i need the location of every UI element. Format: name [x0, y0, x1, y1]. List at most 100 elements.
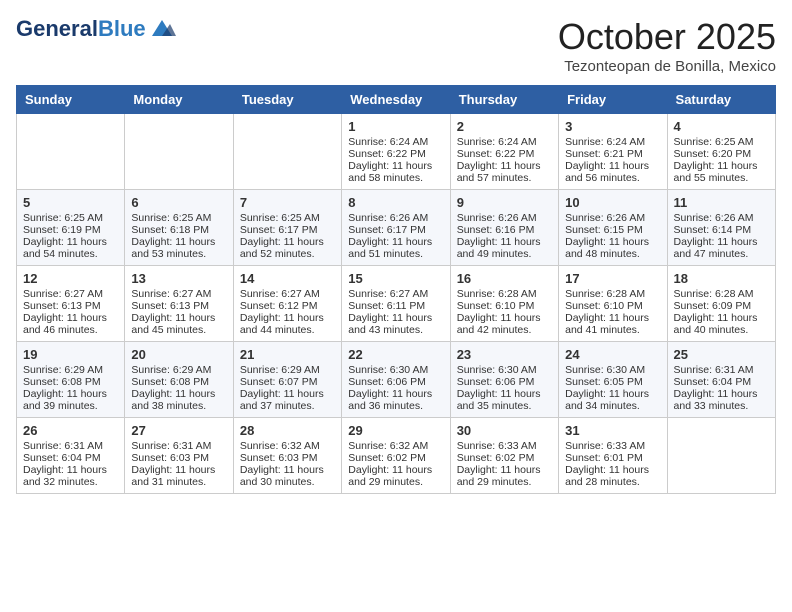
day-info-line: Sunrise: 6:28 AM: [457, 288, 552, 300]
day-number: 26: [23, 423, 118, 438]
day-info-line: Sunset: 6:20 PM: [674, 148, 769, 160]
day-number: 6: [131, 195, 226, 210]
day-info-line: Sunset: 6:04 PM: [23, 452, 118, 464]
day-number: 22: [348, 347, 443, 362]
calendar-cell: 4Sunrise: 6:25 AMSunset: 6:20 PMDaylight…: [667, 114, 775, 190]
calendar-cell: 29Sunrise: 6:32 AMSunset: 6:02 PMDayligh…: [342, 418, 450, 494]
day-number: 8: [348, 195, 443, 210]
calendar-header-monday: Monday: [125, 86, 233, 114]
day-info-line: Sunrise: 6:27 AM: [23, 288, 118, 300]
calendar-cell: [17, 114, 125, 190]
day-number: 11: [674, 195, 769, 210]
calendar-cell: 26Sunrise: 6:31 AMSunset: 6:04 PMDayligh…: [17, 418, 125, 494]
day-info-line: Sunrise: 6:31 AM: [23, 440, 118, 452]
calendar-header-thursday: Thursday: [450, 86, 558, 114]
calendar-header-sunday: Sunday: [17, 86, 125, 114]
day-info-line: Daylight: 11 hours and 46 minutes.: [23, 312, 118, 336]
day-info-line: Sunset: 6:11 PM: [348, 300, 443, 312]
calendar-cell: 2Sunrise: 6:24 AMSunset: 6:22 PMDaylight…: [450, 114, 558, 190]
day-info-line: Daylight: 11 hours and 30 minutes.: [240, 464, 335, 488]
day-info-line: Daylight: 11 hours and 55 minutes.: [674, 160, 769, 184]
calendar-cell: 31Sunrise: 6:33 AMSunset: 6:01 PMDayligh…: [559, 418, 667, 494]
day-number: 19: [23, 347, 118, 362]
day-info-line: Sunrise: 6:26 AM: [674, 212, 769, 224]
calendar-body: 1Sunrise: 6:24 AMSunset: 6:22 PMDaylight…: [17, 114, 776, 494]
day-info-line: Sunset: 6:15 PM: [565, 224, 660, 236]
day-number: 21: [240, 347, 335, 362]
day-info-line: Sunset: 6:13 PM: [23, 300, 118, 312]
day-info-line: Sunset: 6:06 PM: [457, 376, 552, 388]
calendar-cell: 25Sunrise: 6:31 AMSunset: 6:04 PMDayligh…: [667, 342, 775, 418]
calendar-table: SundayMondayTuesdayWednesdayThursdayFrid…: [16, 85, 776, 494]
day-number: 13: [131, 271, 226, 286]
day-info-line: Daylight: 11 hours and 58 minutes.: [348, 160, 443, 184]
day-info-line: Sunrise: 6:30 AM: [348, 364, 443, 376]
day-number: 14: [240, 271, 335, 286]
day-number: 1: [348, 119, 443, 134]
day-info-line: Daylight: 11 hours and 43 minutes.: [348, 312, 443, 336]
day-info-line: Daylight: 11 hours and 28 minutes.: [565, 464, 660, 488]
calendar-cell: 3Sunrise: 6:24 AMSunset: 6:21 PMDaylight…: [559, 114, 667, 190]
day-info-line: Sunrise: 6:33 AM: [565, 440, 660, 452]
day-number: 31: [565, 423, 660, 438]
day-number: 30: [457, 423, 552, 438]
day-info-line: Daylight: 11 hours and 57 minutes.: [457, 160, 552, 184]
calendar-cell: 19Sunrise: 6:29 AMSunset: 6:08 PMDayligh…: [17, 342, 125, 418]
day-info-line: Daylight: 11 hours and 40 minutes.: [674, 312, 769, 336]
day-info-line: Daylight: 11 hours and 45 minutes.: [131, 312, 226, 336]
calendar-cell: 10Sunrise: 6:26 AMSunset: 6:15 PMDayligh…: [559, 190, 667, 266]
day-info-line: Sunset: 6:17 PM: [348, 224, 443, 236]
day-info-line: Sunset: 6:18 PM: [131, 224, 226, 236]
day-info-line: Sunrise: 6:30 AM: [565, 364, 660, 376]
day-info-line: Sunset: 6:04 PM: [674, 376, 769, 388]
day-info-line: Daylight: 11 hours and 54 minutes.: [23, 236, 118, 260]
page-header: GeneralBlue October 2025 Tezonteopan de …: [16, 16, 776, 75]
day-info-line: Sunset: 6:10 PM: [565, 300, 660, 312]
calendar-cell: 28Sunrise: 6:32 AMSunset: 6:03 PMDayligh…: [233, 418, 341, 494]
day-info-line: Sunrise: 6:29 AM: [23, 364, 118, 376]
day-info-line: Sunset: 6:08 PM: [23, 376, 118, 388]
day-info-line: Sunrise: 6:24 AM: [565, 136, 660, 148]
day-info-line: Daylight: 11 hours and 44 minutes.: [240, 312, 335, 336]
day-info-line: Sunset: 6:06 PM: [348, 376, 443, 388]
calendar-cell: 5Sunrise: 6:25 AMSunset: 6:19 PMDaylight…: [17, 190, 125, 266]
day-info-line: Sunrise: 6:33 AM: [457, 440, 552, 452]
day-number: 18: [674, 271, 769, 286]
calendar-header-saturday: Saturday: [667, 86, 775, 114]
day-info-line: Sunset: 6:12 PM: [240, 300, 335, 312]
day-info-line: Sunset: 6:19 PM: [23, 224, 118, 236]
day-info-line: Sunset: 6:16 PM: [457, 224, 552, 236]
logo-icon: [148, 18, 176, 40]
day-info-line: Daylight: 11 hours and 37 minutes.: [240, 388, 335, 412]
day-info-line: Daylight: 11 hours and 42 minutes.: [457, 312, 552, 336]
calendar-week-row: 5Sunrise: 6:25 AMSunset: 6:19 PMDaylight…: [17, 190, 776, 266]
day-info-line: Daylight: 11 hours and 31 minutes.: [131, 464, 226, 488]
day-info-line: Sunset: 6:03 PM: [131, 452, 226, 464]
day-info-line: Sunset: 6:07 PM: [240, 376, 335, 388]
calendar-week-row: 19Sunrise: 6:29 AMSunset: 6:08 PMDayligh…: [17, 342, 776, 418]
calendar-cell: [233, 114, 341, 190]
day-info-line: Sunrise: 6:31 AM: [131, 440, 226, 452]
calendar-cell: 15Sunrise: 6:27 AMSunset: 6:11 PMDayligh…: [342, 266, 450, 342]
calendar-cell: 23Sunrise: 6:30 AMSunset: 6:06 PMDayligh…: [450, 342, 558, 418]
day-info-line: Daylight: 11 hours and 36 minutes.: [348, 388, 443, 412]
day-number: 29: [348, 423, 443, 438]
calendar-cell: 18Sunrise: 6:28 AMSunset: 6:09 PMDayligh…: [667, 266, 775, 342]
day-info-line: Sunrise: 6:28 AM: [565, 288, 660, 300]
day-info-line: Sunset: 6:03 PM: [240, 452, 335, 464]
day-info-line: Sunrise: 6:24 AM: [457, 136, 552, 148]
day-info-line: Sunset: 6:21 PM: [565, 148, 660, 160]
calendar-header-wednesday: Wednesday: [342, 86, 450, 114]
day-info-line: Sunset: 6:08 PM: [131, 376, 226, 388]
day-info-line: Sunrise: 6:26 AM: [348, 212, 443, 224]
day-number: 20: [131, 347, 226, 362]
calendar-cell: 7Sunrise: 6:25 AMSunset: 6:17 PMDaylight…: [233, 190, 341, 266]
calendar-cell: 1Sunrise: 6:24 AMSunset: 6:22 PMDaylight…: [342, 114, 450, 190]
day-number: 4: [674, 119, 769, 134]
day-info-line: Sunset: 6:05 PM: [565, 376, 660, 388]
day-number: 23: [457, 347, 552, 362]
day-info-line: Sunrise: 6:29 AM: [240, 364, 335, 376]
day-info-line: Sunset: 6:10 PM: [457, 300, 552, 312]
calendar-cell: 8Sunrise: 6:26 AMSunset: 6:17 PMDaylight…: [342, 190, 450, 266]
month-title: October 2025: [558, 16, 776, 58]
